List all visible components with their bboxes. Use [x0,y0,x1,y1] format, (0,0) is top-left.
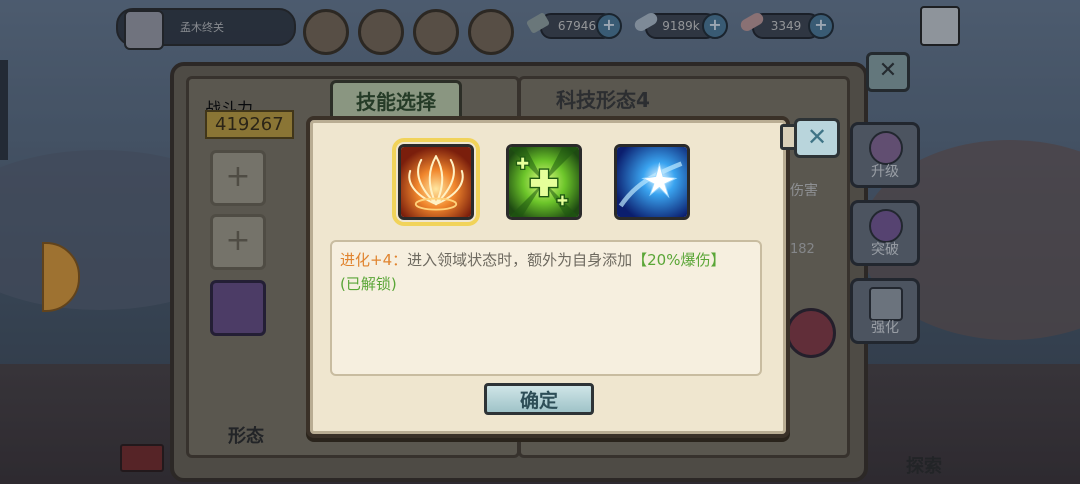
skill-description-text: 进入领域状态时，额外为自身添加 [407,251,633,269]
green-heal-skill-icon [509,147,579,217]
unlock-status-text: (已解锁) [340,275,397,293]
close-icon: ✕ [806,123,828,151]
flame-burst-skill-icon [401,147,471,217]
skill-option-3[interactable] [614,144,690,220]
blue-star-skill-icon [617,147,687,217]
skill-description-box: 进化+4：进入领域状态时，额外为自身添加【20%爆伤】 (已解锁) [330,240,762,376]
confirm-button[interactable]: 确定 [484,383,594,415]
skill-option-1[interactable] [392,138,480,226]
evolve-level-text: 进化+4： [340,251,408,269]
skill-option-2[interactable] [506,144,582,220]
modal-close-button[interactable]: ✕ [794,118,840,158]
bonus-effect-text: 【20%爆伤】 [632,251,726,269]
